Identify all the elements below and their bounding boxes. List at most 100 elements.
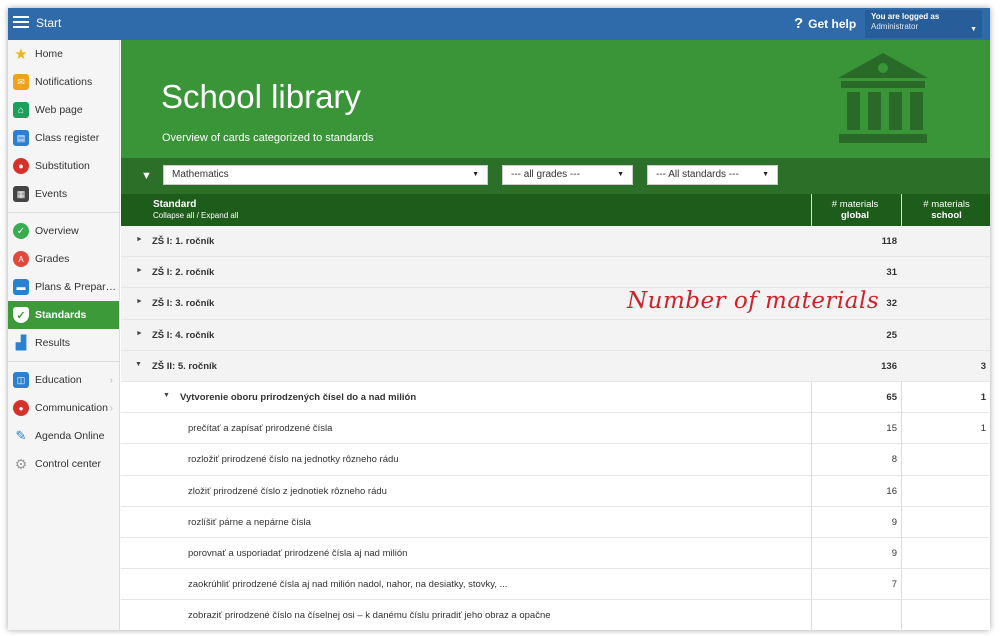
table-row[interactable]: prečítať a zapísať prirodzené čísla 15 1 [121, 413, 990, 445]
row-label: ZŠ I: 2. ročník [152, 267, 215, 279]
sidebar-divider [8, 361, 119, 362]
logged-as-label: You are logged as [871, 12, 940, 21]
table-row[interactable]: rozložiť prirodzené číslo na jednotky rô… [121, 444, 990, 476]
table-row[interactable]: ► ZŠ I: 2. ročník 31 [121, 257, 990, 289]
top-bar: Start ? Get help You are logged as Admini… [8, 8, 990, 40]
sidebar-item-label: Home [35, 48, 64, 60]
caret-right-icon[interactable]: ► [136, 236, 143, 243]
grade-icon: A [13, 251, 29, 267]
sidebar-item-notifications[interactable]: ✉ Notifications [8, 68, 119, 96]
table-row[interactable]: ► ZŠ I: 4. ročník 25 [121, 319, 990, 351]
caret-down-icon[interactable]: ▼ [135, 361, 142, 368]
filter-bar: ▼ Mathematics ▼ --- all grades --- ▼ --- A… [121, 158, 990, 194]
sidebar-item-label: Overview [35, 225, 79, 237]
standards-select[interactable]: --- All standards --- ▼ [647, 165, 778, 185]
row-label: ZŠ I: 3. ročník [152, 298, 215, 310]
house-icon: ⌂ [13, 102, 29, 118]
sidebar-item-substitution[interactable]: ● Substitution [8, 152, 119, 180]
sidebar-item-label: Communication [35, 402, 108, 414]
standards-select-value: --- All standards --- [656, 169, 739, 180]
chevron-right-icon: › [109, 402, 113, 414]
get-help-button[interactable]: ? Get help [794, 15, 856, 32]
chat-icon: ● [13, 400, 29, 416]
sidebar-item-standards[interactable]: ✓ Standards [8, 301, 119, 329]
table-row[interactable]: rozlíšiť párne a nepárne čísla 9 [121, 507, 990, 538]
calendar-icon: ▦ [13, 186, 29, 202]
start-link[interactable]: Start [36, 16, 61, 30]
chevron-down-icon: ▼ [617, 171, 624, 178]
subject-select-value: Mathematics [172, 169, 229, 180]
hamburger-menu-icon[interactable] [13, 16, 29, 30]
table-row[interactable]: zobraziť prirodzené číslo na číselnej os… [121, 600, 990, 630]
row-label: zložiť prirodzené číslo z jednotiek rôzn… [188, 485, 387, 497]
row-global-count: 8 [891, 454, 897, 466]
sidebar-item-label: Notifications [35, 76, 93, 88]
bar-chart-icon: ▟ [16, 335, 26, 350]
column-header-global-top: # materials [831, 199, 879, 210]
row-school-count: 3 [980, 360, 986, 372]
column-header-global: # materials global [811, 199, 899, 221]
sidebar-item-label: Grades [35, 253, 70, 265]
table-row[interactable]: ▼ ZŠ II: 5. ročník 136 3 [121, 350, 990, 382]
standards-table: ► ZŠ I: 1. ročník 118 ► ZŠ I: 2. ročník 31 ►… [121, 226, 990, 630]
column-header-school: # materials school [903, 199, 990, 221]
table-row[interactable]: porovnať a usporiadať prirodzené čísla a… [121, 538, 990, 570]
column-header-global-bottom: global [841, 210, 869, 221]
sidebar-item-label: Control center [35, 458, 101, 470]
row-label: rozlíšiť párne a nepárne čísla [188, 516, 311, 528]
gear-icon: ⚙ [14, 455, 28, 472]
table-header: Standard Collapse all / Expand all # mate… [121, 194, 990, 226]
briefcase-icon: ▬ [13, 279, 29, 295]
table-row[interactable]: ▼ Vytvorenie oboru prirodzených čísel do … [121, 382, 990, 414]
sidebar-divider [8, 212, 119, 213]
sidebar-item-label: Class register [35, 132, 100, 144]
grades-select[interactable]: --- all grades --- ▼ [502, 165, 633, 185]
user-name: Administrator [871, 22, 919, 31]
sidebar-item-web-page[interactable]: ⌂ Web page [8, 96, 119, 124]
row-global-count: 7 [891, 579, 897, 591]
collapse-expand-link[interactable]: Collapse all / Expand all [153, 211, 238, 220]
annotation-label: Number of materials [627, 288, 880, 314]
table-row[interactable]: zaokrúhliť prirodzené čísla aj nad milió… [121, 569, 990, 601]
caret-right-icon[interactable]: ► [136, 298, 143, 305]
caret-right-icon[interactable]: ► [136, 330, 143, 337]
person-icon: ● [13, 158, 29, 174]
sidebar-item-communication[interactable]: ● Communication › [8, 394, 119, 422]
app-window: Start ? Get help You are logged as Admini… [8, 8, 990, 630]
sidebar-item-control-center[interactable]: ⚙ Control center [8, 450, 119, 478]
hero-banner: School library Overview of cards categor… [121, 40, 990, 158]
sidebar-item-home[interactable]: ★ Home [8, 40, 119, 68]
open-book-icon: ◫ [13, 372, 29, 388]
row-school-count: 1 [980, 391, 986, 403]
sidebar-item-label: Substitution [35, 160, 90, 172]
caret-down-icon[interactable]: ▼ [163, 392, 170, 399]
sidebar-item-label: Education [35, 374, 82, 386]
column-header-school-bottom: school [931, 210, 962, 221]
sidebar-item-label: Agenda Online [35, 430, 105, 442]
sidebar-item-class-register[interactable]: ▤ Class register [8, 124, 119, 152]
sidebar-item-plans[interactable]: ▬ Plans & Prepar… [8, 273, 119, 301]
subject-select[interactable]: Mathematics ▼ [163, 165, 488, 185]
sidebar-item-education[interactable]: ◫ Education › [8, 366, 119, 394]
sidebar-item-agenda-online[interactable]: ✎ Agenda Online [8, 422, 119, 450]
library-building-icon [838, 53, 928, 143]
grades-select-value: --- all grades --- [511, 169, 580, 180]
chevron-down-icon: ▼ [472, 171, 479, 178]
user-menu[interactable]: You are logged as Administrator ▼ [865, 10, 982, 38]
table-row[interactable]: zložiť prirodzené číslo z jednotiek rôzn… [121, 476, 990, 507]
filter-icon: ▼ [141, 170, 152, 182]
sidebar-item-results[interactable]: ▟ Results [8, 329, 119, 357]
caret-right-icon[interactable]: ► [136, 267, 143, 274]
sidebar-item-overview[interactable]: ✓ Overview [8, 217, 119, 245]
chevron-down-icon: ▼ [762, 171, 769, 178]
sidebar-item-events[interactable]: ▦ Events [8, 180, 119, 208]
chevron-right-icon: › [109, 374, 113, 386]
star-icon: ★ [14, 46, 28, 63]
row-global-count: 136 [881, 360, 897, 372]
shield-check-icon: ✓ [13, 307, 29, 323]
sidebar-item-grades[interactable]: A Grades [8, 245, 119, 273]
table-row[interactable]: ► ZŠ I: 1. ročník 118 [121, 226, 990, 258]
get-help-label: Get help [808, 17, 857, 31]
row-label: ZŠ I: 1. ročník [152, 236, 215, 247]
envelope-icon: ✉ [13, 74, 29, 90]
